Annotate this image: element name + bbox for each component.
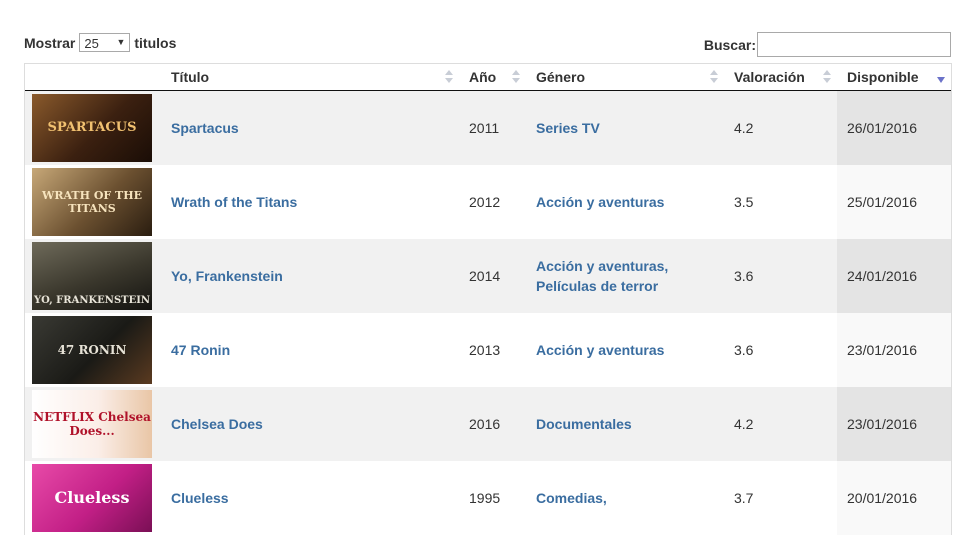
genre-link[interactable]: Películas de terror [536,278,658,294]
title-link[interactable]: Spartacus [171,120,239,136]
year-cell: 2014 [469,267,501,284]
poster-image[interactable]: WRATH OF THE TITANS [32,167,152,236]
titles-table: Título Año Género Valoración Disponible … [24,63,952,535]
search-input[interactable] [757,32,951,57]
title-link[interactable]: Chelsea Does [171,416,263,432]
sort-desc-icon [937,77,945,83]
table-row: SPARTACUS Spartacus 2011 Series TV 4.2 2… [25,90,951,165]
genre-link[interactable]: Series TV [536,120,600,136]
poster-image[interactable]: YO, FRANKENSTEIN [32,241,152,310]
year-cell: 2013 [469,341,501,358]
length-select[interactable]: 25 ▼ [79,33,131,52]
available-cell: 20/01/2016 [837,460,951,535]
search-control: Buscar: [704,32,951,57]
genre-link[interactable]: Acción y aventuras [536,194,664,210]
rating-cell: 3.5 [734,193,754,210]
available-cell: 23/01/2016 [837,312,951,387]
sort-both-icon [710,70,718,84]
table-row: Clueless Clueless 1995 Comedias, 3.7 20/… [25,460,951,535]
sort-both-icon [512,70,520,84]
column-header-poster [25,64,161,91]
available-cell: 25/01/2016 [837,164,951,239]
chevron-down-icon: ▼ [116,37,126,47]
column-header-title[interactable]: Título [161,64,459,91]
rating-cell: 4.2 [734,415,754,432]
rating-cell: 3.7 [734,489,754,506]
available-cell: 26/01/2016 [837,90,951,165]
search-label: Buscar: [703,36,756,53]
genre-link[interactable]: Acción y aventuras, [536,258,668,274]
year-cell: 1995 [469,489,501,506]
table-row: 47 RONIN 47 Ronin 2013 Acción y aventura… [25,312,951,387]
table-header-row: Título Año Género Valoración Disponible [25,64,951,91]
year-cell: 2016 [469,415,501,432]
sort-both-icon [823,70,831,84]
title-link[interactable]: Clueless [171,490,229,506]
title-link[interactable]: 47 Ronin [171,342,230,358]
poster-image[interactable]: SPARTACUS [32,93,152,162]
poster-image[interactable]: NETFLIX Chelsea Does... [32,389,152,458]
table-row: WRATH OF THE TITANS Wrath of the Titans … [25,164,951,239]
poster-image[interactable]: Clueless [32,463,152,532]
rating-cell: 3.6 [734,341,754,358]
available-cell: 24/01/2016 [837,238,951,313]
sort-both-icon [445,70,453,84]
rating-cell: 4.2 [734,119,754,136]
table-row: YO, FRANKENSTEIN Yo, Frankenstein 2014 A… [25,238,951,313]
column-header-year[interactable]: Año [459,64,526,91]
length-select-value: 25 [84,36,99,51]
column-header-genre[interactable]: Género [526,64,724,91]
genre-link[interactable]: Acción y aventuras [536,342,664,358]
rating-cell: 3.6 [734,267,754,284]
column-header-rating[interactable]: Valoración [724,64,837,91]
table-row: NETFLIX Chelsea Does... Chelsea Does 201… [25,386,951,461]
year-cell: 2011 [469,119,500,136]
title-link[interactable]: Yo, Frankenstein [171,268,283,284]
column-header-available[interactable]: Disponible [837,64,951,91]
length-label-after: titulos [134,34,177,51]
poster-image[interactable]: 47 RONIN [32,315,152,384]
year-cell: 2012 [469,193,501,210]
genre-link[interactable]: Comedias, [536,490,607,506]
length-control: Mostrar 25 ▼ titulos [24,33,176,52]
length-label-before: Mostrar [24,34,76,51]
genre-link[interactable]: Documentales [536,416,632,432]
available-cell: 23/01/2016 [837,386,951,461]
title-link[interactable]: Wrath of the Titans [171,194,297,210]
